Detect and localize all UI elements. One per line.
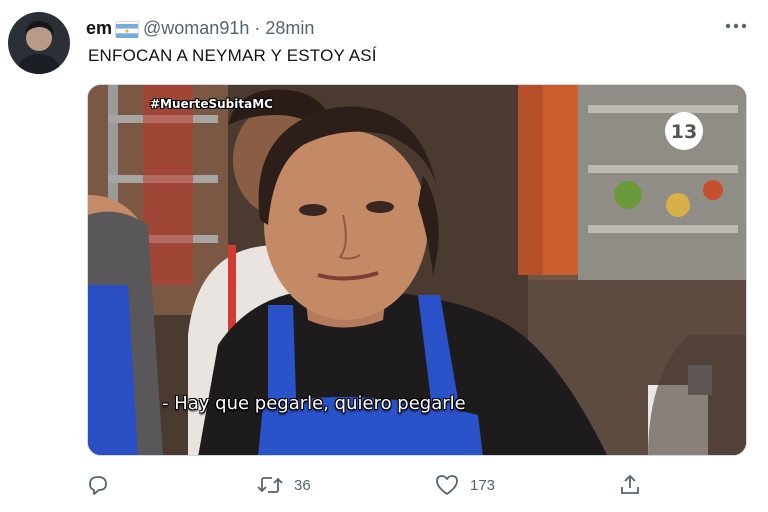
tweet-text: ENFOCAN A NEYMAR Y ESTOY ASÍ (88, 46, 377, 65)
share-icon (618, 473, 642, 497)
channel-13-logo-icon: 13 (664, 111, 704, 151)
tweet-media-image[interactable]: #MuerteSubitaMC 13 - Hay que pegarle, qu… (87, 84, 747, 456)
share-button[interactable] (618, 470, 642, 500)
avatar[interactable] (8, 12, 70, 74)
more-options-icon[interactable] (722, 14, 750, 38)
reply-icon (86, 473, 110, 497)
like-count: 173 (470, 476, 496, 494)
timestamp[interactable]: 28min (265, 18, 314, 39)
media-subtitle: - Hay que pegarle, quiero pegarle (162, 393, 466, 414)
like-button[interactable]: 173 (434, 470, 495, 500)
retweet-icon (256, 473, 284, 497)
tweet-card[interactable]: em @woman91h · 28min ENFOCAN A NEYMAR Y … (0, 0, 768, 512)
svg-text:13: 13 (671, 121, 697, 143)
retweet-button[interactable]: 36 (256, 470, 311, 500)
retweet-count: 36 (294, 476, 311, 494)
separator-dot: · (254, 17, 261, 38)
argentina-flag-icon (115, 21, 140, 38)
user-handle[interactable]: @woman91h (143, 18, 249, 39)
reply-button[interactable] (86, 470, 110, 500)
media-hashtag-overlay: #MuerteSubitaMC (150, 97, 273, 111)
tweet-header: em @woman91h · 28min (86, 16, 314, 40)
heart-icon (434, 473, 460, 497)
tweet-actions: 36 173 (86, 470, 646, 500)
display-name[interactable]: em (86, 18, 112, 39)
